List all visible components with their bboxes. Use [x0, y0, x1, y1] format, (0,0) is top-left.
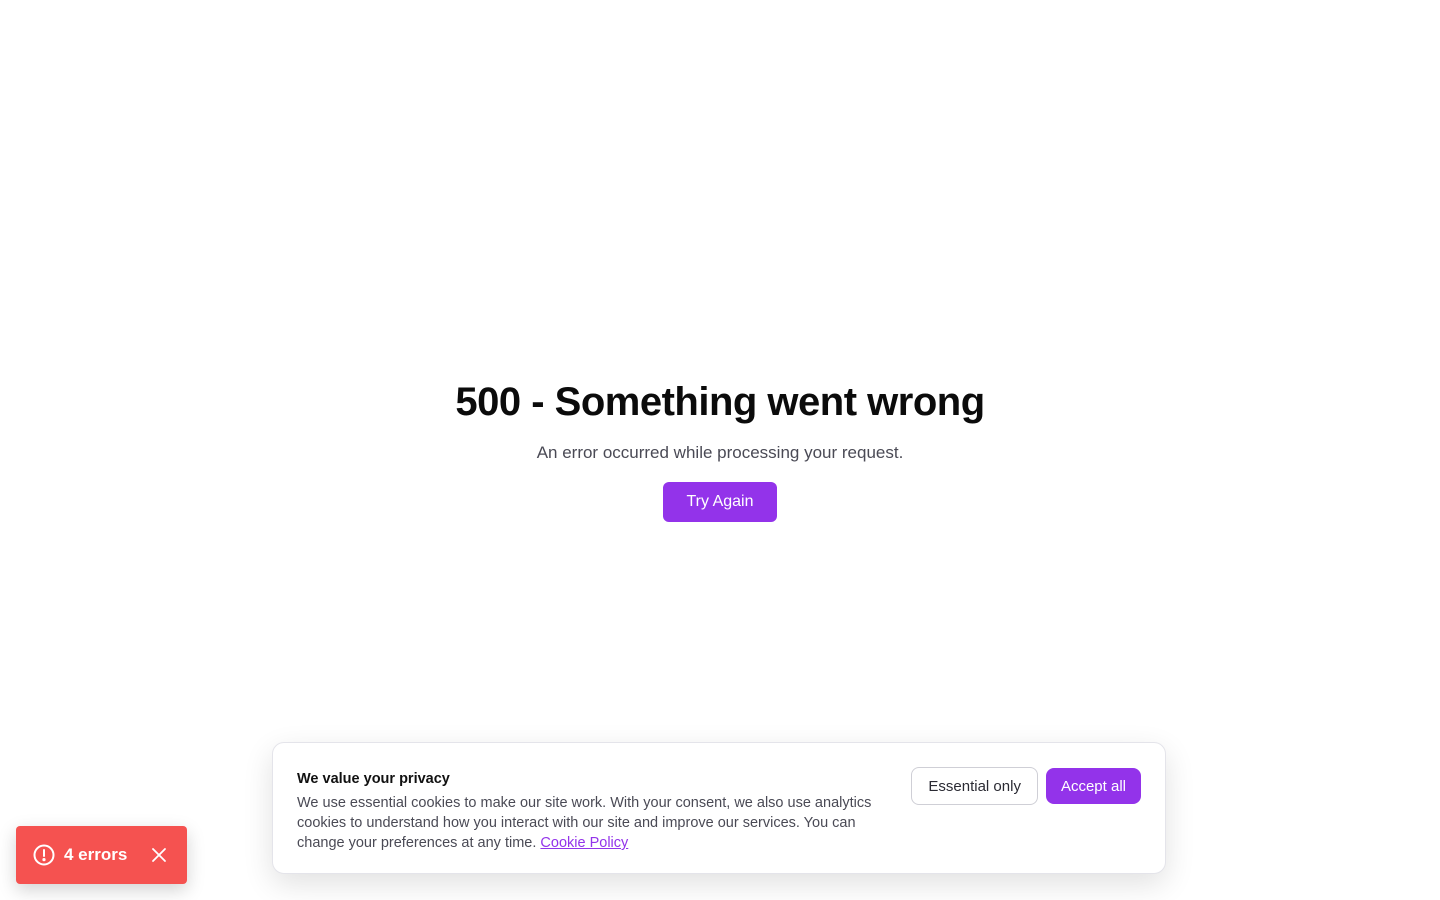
accept-all-button[interactable]: Accept all	[1045, 768, 1141, 804]
error-toast[interactable]: 4 errors	[16, 826, 187, 884]
try-again-button[interactable]: Try Again	[663, 482, 777, 522]
alert-circle-icon	[32, 843, 56, 867]
error-subtitle: An error occurred while processing your …	[536, 443, 904, 462]
cookie-description: We use essential cookies to make our sit…	[297, 793, 887, 853]
cookie-banner: We value your privacy We use essential c…	[272, 742, 1166, 874]
cookie-actions: Essential only Accept all	[911, 767, 1141, 805]
error-content: 500 - Something went wrong An error occu…	[0, 378, 1440, 522]
cookie-policy-link[interactable]: Cookie Policy	[540, 835, 628, 851]
close-icon[interactable]	[149, 845, 169, 865]
error-count-label[interactable]: 4 errors	[64, 845, 127, 865]
page: 500 - Something went wrong An error occu…	[0, 0, 1440, 900]
cookie-text: We value your privacy We use essential c…	[297, 767, 887, 853]
cookie-title: We value your privacy	[297, 771, 450, 787]
error-title: 500 - Something went wrong	[455, 380, 985, 424]
essential-only-button[interactable]: Essential only	[911, 767, 1038, 805]
